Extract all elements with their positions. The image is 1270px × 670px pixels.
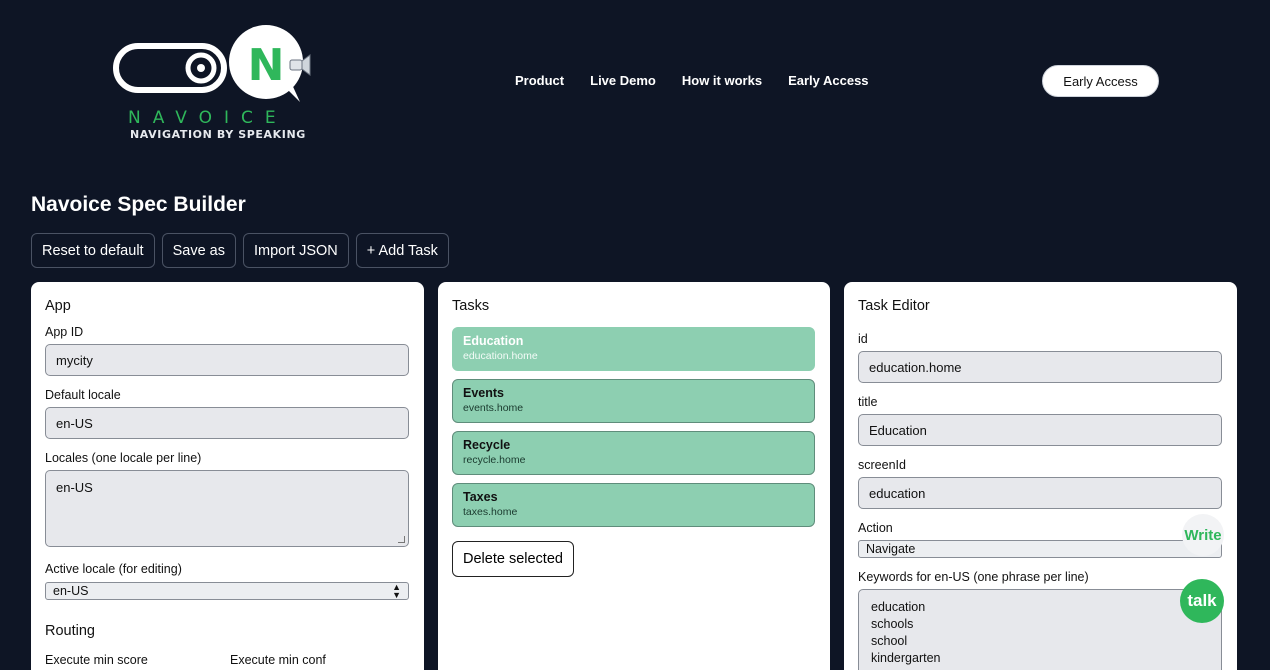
brand-wordmark: NAVOICE: [128, 108, 288, 128]
task-item-recycle[interactable]: Recycle recycle.home: [452, 431, 815, 475]
page-title: Navoice Spec Builder: [31, 193, 246, 216]
app-id-label: App ID: [45, 325, 84, 339]
task-item-education[interactable]: Education education.home: [452, 327, 815, 371]
keywords-list: education schools school kindergarten: [871, 599, 941, 667]
default-locale-input[interactable]: en-US: [45, 407, 409, 439]
svg-text:N: N: [248, 40, 285, 91]
logo-mark-icon: N: [113, 25, 311, 102]
default-locale-label: Default locale: [45, 388, 121, 402]
locales-textarea[interactable]: en-US: [45, 470, 409, 547]
action-value: Navigate: [866, 542, 916, 556]
task-id: events.home: [463, 402, 524, 414]
screen-id-label: screenId: [858, 458, 906, 472]
task-id: taxes.home: [463, 506, 518, 518]
write-badge[interactable]: Write: [1182, 514, 1224, 556]
toolbar: Reset to default Save as Import JSON + A…: [31, 233, 449, 268]
task-item-events[interactable]: Events events.home: [452, 379, 815, 423]
active-locale-value: en-US: [53, 584, 89, 598]
import-json-button[interactable]: Import JSON: [242, 233, 349, 268]
keyword-line: schools: [871, 617, 914, 631]
id-label: id: [858, 332, 868, 346]
action-select[interactable]: Navigate: [858, 540, 1222, 558]
keyword-line: school: [871, 634, 908, 648]
nav-how-it-works[interactable]: How it works: [682, 73, 762, 88]
title-label: title: [858, 395, 878, 409]
action-label: Action: [858, 521, 893, 535]
reset-default-button[interactable]: Reset to default: [31, 233, 155, 268]
nav-live-demo[interactable]: Live Demo: [590, 73, 656, 88]
keywords-label: Keywords for en-US (one phrase per line): [858, 570, 1089, 584]
app-panel-title: App: [45, 298, 71, 314]
add-task-button[interactable]: + Add Task: [355, 233, 449, 268]
app-id-input[interactable]: mycity: [45, 344, 409, 376]
task-editor-title: Task Editor: [858, 298, 930, 314]
resize-handle-icon[interactable]: [398, 536, 405, 543]
task-id: recycle.home: [463, 454, 526, 466]
nav-product[interactable]: Product: [515, 73, 564, 88]
nav-early-access[interactable]: Early Access: [788, 73, 868, 88]
title-input[interactable]: Education: [858, 414, 1222, 446]
save-as-button[interactable]: Save as: [161, 233, 236, 268]
exec-min-score-label: Execute min score: [45, 653, 148, 667]
routing-heading: Routing: [45, 623, 95, 639]
locales-value: en-US: [56, 480, 93, 495]
early-access-button[interactable]: Early Access: [1042, 65, 1159, 97]
keyword-line: education: [871, 600, 926, 614]
task-title: Education: [463, 334, 524, 348]
task-id: education.home: [463, 350, 538, 362]
keywords-textarea[interactable]: education schools school kindergarten: [858, 589, 1222, 670]
brand-tagline: NAVIGATION BY SPEAKING: [130, 128, 306, 141]
id-input[interactable]: education.home: [858, 351, 1222, 383]
task-title: Events: [463, 386, 504, 400]
tasks-panel-title: Tasks: [452, 298, 490, 314]
talk-badge[interactable]: talk: [1180, 579, 1224, 623]
active-locale-label: Active locale (for editing): [45, 562, 182, 576]
task-title: Taxes: [463, 490, 498, 504]
screen-id-input[interactable]: education: [858, 477, 1222, 509]
exec-min-conf-label: Execute min conf: [230, 653, 326, 667]
task-title: Recycle: [463, 438, 511, 452]
locales-label: Locales (one locale per line): [45, 451, 202, 465]
delete-selected-button[interactable]: Delete selected: [452, 541, 574, 577]
keyword-line: kindergarten: [871, 651, 941, 665]
task-item-taxes[interactable]: Taxes taxes.home: [452, 483, 815, 527]
select-chevron-icon: ▲ ▼: [392, 582, 401, 600]
main-nav: Product Live Demo How it works Early Acc…: [515, 73, 869, 88]
app-panel: App App ID mycity Default locale en-US L…: [31, 282, 424, 670]
active-locale-select[interactable]: en-US ▲ ▼: [45, 582, 409, 600]
tasks-panel: Tasks Education education.home Events ev…: [438, 282, 830, 670]
task-editor-panel: Task Editor id education.home title Educ…: [844, 282, 1237, 670]
